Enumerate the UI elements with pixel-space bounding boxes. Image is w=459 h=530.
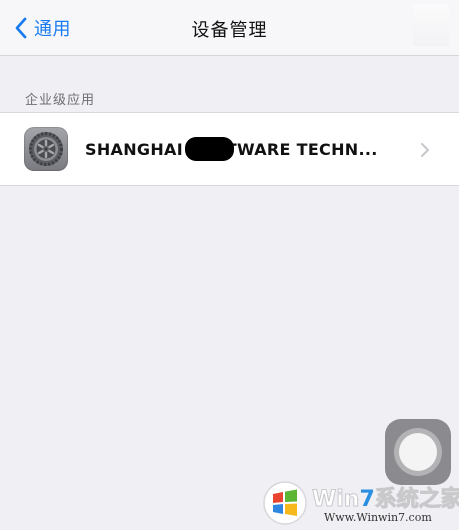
list-item[interactable]: SHANGHAI SOFTWARE TECHN... — [0, 113, 459, 185]
windows-logo-icon — [263, 481, 307, 525]
watermark-brand: Win7系统之家 — [311, 487, 459, 513]
watermark-url: Www.Winwin7.com — [324, 511, 432, 524]
corner-overlay — [413, 4, 449, 46]
device-management-screen: 通用 设备管理 企业级应用 SHANGHAI SOFTWARE TECHN...… — [0, 0, 459, 530]
assistive-touch-dot — [399, 433, 437, 471]
redaction-mark — [185, 137, 234, 161]
chevron-right-icon — [421, 143, 429, 157]
enterprise-app-list: SHANGHAI SOFTWARE TECHN... — [0, 112, 459, 186]
navigation-bar: 通用 设备管理 — [0, 0, 459, 56]
settings-gear-icon — [24, 127, 68, 171]
assistive-touch-ring — [394, 428, 442, 476]
page-title: 设备管理 — [191, 20, 268, 41]
section-header: 企业级应用 — [25, 93, 96, 108]
watermark: Win7系统之家 Www.Winwin7.com — [262, 476, 459, 528]
